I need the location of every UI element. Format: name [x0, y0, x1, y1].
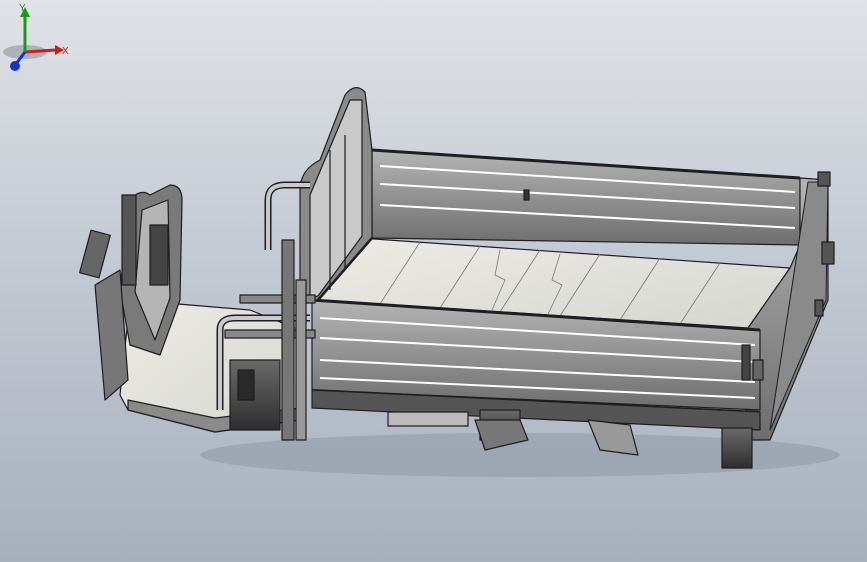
- rear-hitch: [721, 427, 753, 469]
- seat-pad: [149, 224, 169, 286]
- x-axis-arrow: [24, 48, 56, 54]
- rear-board-latch: [523, 189, 530, 201]
- x-axis-label: X: [62, 46, 69, 57]
- tailgate-hinge-top: [817, 171, 831, 187]
- frame-post-2: [295, 279, 307, 441]
- cad-viewport[interactable]: X Y: [0, 0, 867, 562]
- frame-post-1: [281, 239, 295, 441]
- y-axis-label: Y: [19, 3, 26, 14]
- axis-triad: X Y: [3, 3, 69, 71]
- front-board-latch: [741, 344, 751, 381]
- cargo-tricycle-model[interactable]: [0, 0, 867, 562]
- cargo-bed[interactable]: [299, 87, 835, 469]
- front-chassis[interactable]: [79, 181, 316, 441]
- tailgate-hinge-mid: [821, 241, 835, 265]
- tailgate-hinge-low: [814, 299, 824, 317]
